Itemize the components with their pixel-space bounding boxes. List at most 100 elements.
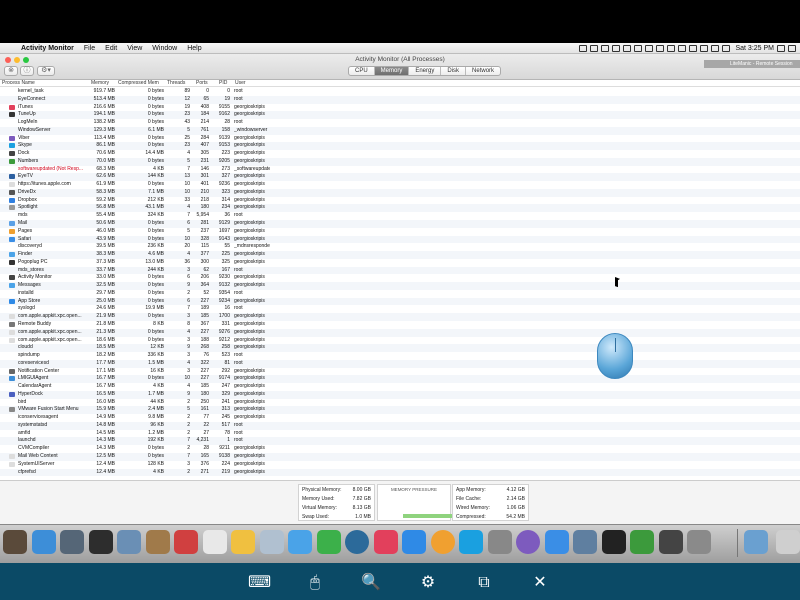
table-row[interactable]: Activity Monitor 33.0 MB 0 bytes 6 206 9230 ge… [0,274,800,282]
table-row[interactable]: LMIGUIAgent 16.7 MB 0 bytes 10 227 9174 georgi… [0,375,800,384]
table-row[interactable]: amfid 14.5 MB 1.2 MB 2 27 78 root [0,430,800,438]
dock-app-icon[interactable] [658,530,683,554]
mouse-icon[interactable]: 🖱 [304,571,326,593]
table-row[interactable]: https://itunes.apple.com 61.9 MB 0 bytes 10… [0,181,800,189]
dock-app-icon[interactable] [231,530,255,554]
table-row[interactable]: Pages 46.0 MB 0 bytes 5 237 1697 georgioskripi… [0,228,800,236]
col-memory[interactable]: Memory [91,80,109,87]
dock-app-icon[interactable] [3,530,27,554]
table-row[interactable]: CalendarAgent 16.7 MB 4 KB 4 185 247 georgiosk… [0,383,800,391]
status-icon[interactable] [579,45,588,52]
dock-app-icon[interactable] [601,530,626,554]
table-row[interactable]: softwareupdated (Not Resp... 68.3 MB 4 KB 7… [0,166,800,174]
table-row[interactable]: App Store 25.0 MB 0 bytes 6 227 9234 georgiosk… [0,297,800,306]
table-row[interactable]: coreservicesd 17.7 MB 1.5 MB 4 322 81 root [0,359,800,368]
status-icon[interactable] [656,45,665,52]
table-row[interactable]: Remote Buddy 21.8 MB 8 KB 8 367 331 georgioskr… [0,321,800,329]
table-row[interactable]: com.apple.appkit.xpc.open... 18.6 MB 0 byt… [0,337,800,345]
battery-icon[interactable] [722,45,731,52]
tab-energy[interactable]: Energy [409,67,442,75]
dock-app-icon[interactable] [430,530,455,554]
table-row[interactable]: com.apple.appkit.xpc.open... 21.3 MB 0 byt… [0,328,800,337]
dock-app-icon[interactable] [31,530,56,554]
dock-app-icon[interactable] [402,530,426,554]
close-icon[interactable]: ✕ [529,571,551,593]
volume-icon[interactable] [700,45,709,52]
table-row[interactable]: cloudd 18.5 MB 12 KB 9 268 258 georgioskripis [0,344,800,353]
notification-center-icon[interactable] [788,45,796,52]
col-threads[interactable]: Threads [167,80,185,87]
menu-edit[interactable]: Edit [100,45,122,52]
info-button[interactable]: ⓘ [20,66,34,76]
status-icon[interactable] [612,45,621,52]
status-icon[interactable] [678,45,687,52]
table-row[interactable]: Dropbox 59.2 MB 212 KB 33 218 314 georgioskrip… [0,197,800,205]
dock-app-icon[interactable] [776,530,800,554]
table-row[interactable]: Viber 113.4 MB 0 bytes 25 284 9139 georgioskri… [0,135,800,143]
flag-icon[interactable] [711,45,720,52]
table-row[interactable]: Skype 86.1 MB 0 bytes 23 407 9153 georgioskrip… [0,142,800,151]
dock-app-icon[interactable] [687,530,711,554]
keyboard-icon[interactable]: ⌨ [248,571,271,593]
spotlight-icon[interactable] [777,45,785,52]
dock-app-icon[interactable] [544,530,569,554]
status-icon[interactable] [634,45,643,52]
table-row[interactable]: DriveDx 58.3 MB 7.1 MB 10 210 323 georgioskrip… [0,188,800,197]
tab-disk[interactable]: Disk [441,67,467,75]
menu-app-name[interactable]: Activity Monitor [16,45,79,52]
table-row[interactable]: Numbers 70.0 MB 0 bytes 5 231 9205 georgioskri… [0,157,800,166]
dock-app-icon[interactable] [117,530,141,554]
col-process-name[interactable]: Process Name [2,80,35,87]
table-row[interactable]: discoveryd 39.5 MB 236 KB 20 115 55 _mdnsrespo… [0,243,800,251]
settings-icon[interactable]: ⚙ [417,571,439,593]
screens-icon[interactable]: ⧉ [473,571,495,593]
dock-app-icon[interactable] [744,530,768,554]
table-row[interactable]: EyeTV 62.6 MB 144 KB 13 301 327 georgioskripis [0,173,800,182]
table-row[interactable]: iconservicesagent 14.9 MB 9.8 MB 2 77 245 geor… [0,414,800,422]
table-row[interactable]: LogMeIn 138.2 MB 0 bytes 43 214 28 root [0,119,800,127]
menu-help[interactable]: Help [182,45,206,52]
dock-app-icon[interactable] [288,530,312,554]
table-row[interactable]: mds_stores 33.7 MB 244 KB 3 62 167 root [0,266,800,275]
table-row[interactable]: syslogd 24.6 MB 19.9 MB 7 189 16 root [0,305,800,313]
dock-app-icon[interactable] [145,530,170,554]
table-row[interactable]: spindump 18.2 MB 336 KB 3 76 523 root [0,352,800,360]
action-menu-button[interactable]: ⚙▾ [37,66,55,76]
table-row[interactable]: systemstatsd 14.8 MB 96 KB 2 22 517 root [0,421,800,430]
table-row[interactable]: Pogoplug PC 37.3 MB 13.0 MB 36 300 325 georgio… [0,259,800,267]
tab-cpu[interactable]: CPU [349,67,375,75]
table-row[interactable]: Mail 50.6 MB 0 bytes 6 281 9129 georgioskripis [0,220,800,228]
table-row[interactable]: Finder 38.3 MB 4.6 MB 4 377 225 georgioskripis [0,251,800,259]
col-pid[interactable]: PID [219,80,227,87]
menu-file[interactable]: File [79,45,100,52]
tab-memory[interactable]: Memory [374,67,410,75]
table-row[interactable]: installd 29.7 MB 0 bytes 2 52 9354 root [0,290,800,298]
table-row[interactable]: Notification Center 17.1 MB 16 KB 3 227 292 ge… [0,368,800,376]
table-row[interactable]: EyeConnect 513.4 MB 0 bytes 12 65 19 root [0,95,800,104]
table-row[interactable]: bird 16.0 MB 44 KB 2 250 241 georgioskripis [0,399,800,407]
table-row[interactable]: Spotlight 56.8 MB 43.1 MB 4 180 234 georgioskr… [0,204,800,213]
zoom-icon[interactable]: 🔍 [360,571,382,593]
virtual-mouse-icon[interactable] [597,333,633,379]
dock-app-icon[interactable] [174,530,198,554]
table-row[interactable]: VMware Fusion Start Menu 15.9 MB 2.4 MB 5 16… [0,406,800,415]
table-row[interactable]: Messages 32.5 MB 0 bytes 9 364 9132 georgioskr… [0,282,800,290]
menu-view[interactable]: View [122,45,147,52]
table-row[interactable]: iTunes 216.6 MB 0 bytes 19 408 9155 georgioskr… [0,104,800,112]
menu-window[interactable]: Window [147,45,182,52]
table-row[interactable]: CVMCompiler 14.3 MB 0 bytes 2 28 9211 georgios… [0,445,800,453]
col-compressed-mem[interactable]: Compressed Mem [118,80,159,87]
clock[interactable]: Sat 3:25 PM [735,45,774,52]
col-ports[interactable]: Ports [196,80,208,87]
table-row[interactable]: Mail Web Content 12.5 MB 0 bytes 7 165 9138 ge… [0,452,800,461]
dock-app-icon[interactable] [487,530,512,554]
table-row[interactable]: kernel_task 919.7 MB 0 bytes 89 0 0 root [0,88,800,96]
dock-app-icon[interactable] [60,530,84,554]
dock-app-icon[interactable] [373,530,398,554]
stop-process-button[interactable]: ⊗ [4,66,18,76]
table-row[interactable]: com.apple.appkit.xpc.open... 21.9 MB 0 byt… [0,313,800,321]
dock-app-icon[interactable] [259,530,284,554]
tab-network[interactable]: Network [466,67,500,75]
table-row[interactable]: SystemUIServer 12.4 MB 128 KB 3 376 224 georgi… [0,461,800,469]
table-row[interactable]: WindowServer 129.3 MB 6.1 MB 5 761 158 _window… [0,126,800,135]
